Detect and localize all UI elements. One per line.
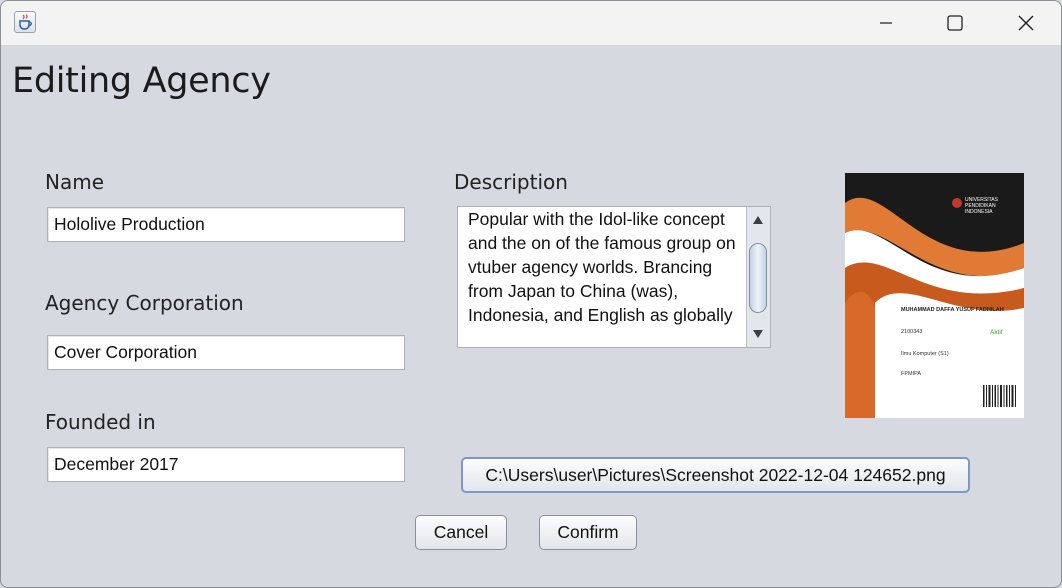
agency-corporation-label: Agency Corporation xyxy=(45,291,244,315)
page-title: Editing Agency xyxy=(12,61,271,101)
editing-agency-window: Editing Agency Name Hololive Production … xyxy=(0,0,1062,588)
card-name: MUHAMMAD DAFFA YUSUF FADHILAH xyxy=(901,307,1004,313)
name-label: Name xyxy=(45,170,105,194)
image-preview: UNIVERSITAS PENDIDIKAN INDONESIA MUHAMMA… xyxy=(845,173,1024,418)
scroll-down-arrow-icon[interactable] xyxy=(749,325,767,343)
close-button[interactable] xyxy=(1003,1,1049,45)
description-textarea[interactable]: Popular with the Idol-like concept and t… xyxy=(457,206,771,348)
maximize-icon xyxy=(947,15,963,31)
description-text[interactable]: Popular with the Idol-like concept and t… xyxy=(468,207,743,327)
maximize-button[interactable] xyxy=(932,1,978,45)
scroll-up-arrow-icon[interactable] xyxy=(749,211,767,229)
scroll-thumb[interactable] xyxy=(749,243,767,313)
java-cup-icon[interactable] xyxy=(14,11,36,33)
card-id: 2100343 xyxy=(901,329,923,335)
card-faculty: FPMIPA xyxy=(901,371,922,377)
agency-corporation-field[interactable]: Cover Corporation xyxy=(47,335,405,370)
description-scrollbar[interactable] xyxy=(746,207,770,347)
cancel-button[interactable]: Cancel xyxy=(415,515,507,550)
founded-in-label: Founded in xyxy=(45,410,156,434)
university-logo-text: UNIVERSITAS PENDIDIKAN INDONESIA xyxy=(965,197,998,215)
choose-image-button[interactable]: C:\Users\user\Pictures\Screenshot 2022-1… xyxy=(461,457,970,493)
confirm-button[interactable]: Confirm xyxy=(539,515,637,550)
minimize-button[interactable] xyxy=(863,1,909,45)
title-bar[interactable] xyxy=(1,1,1061,45)
founded-in-field[interactable]: December 2017 xyxy=(47,447,405,482)
name-field[interactable]: Hololive Production xyxy=(47,207,405,242)
close-icon xyxy=(1018,15,1034,31)
description-label: Description xyxy=(454,170,568,194)
card-status: Aktif xyxy=(990,329,1003,336)
card-program: Ilmu Komputer (S1) xyxy=(901,351,949,357)
minimize-icon xyxy=(880,22,892,24)
